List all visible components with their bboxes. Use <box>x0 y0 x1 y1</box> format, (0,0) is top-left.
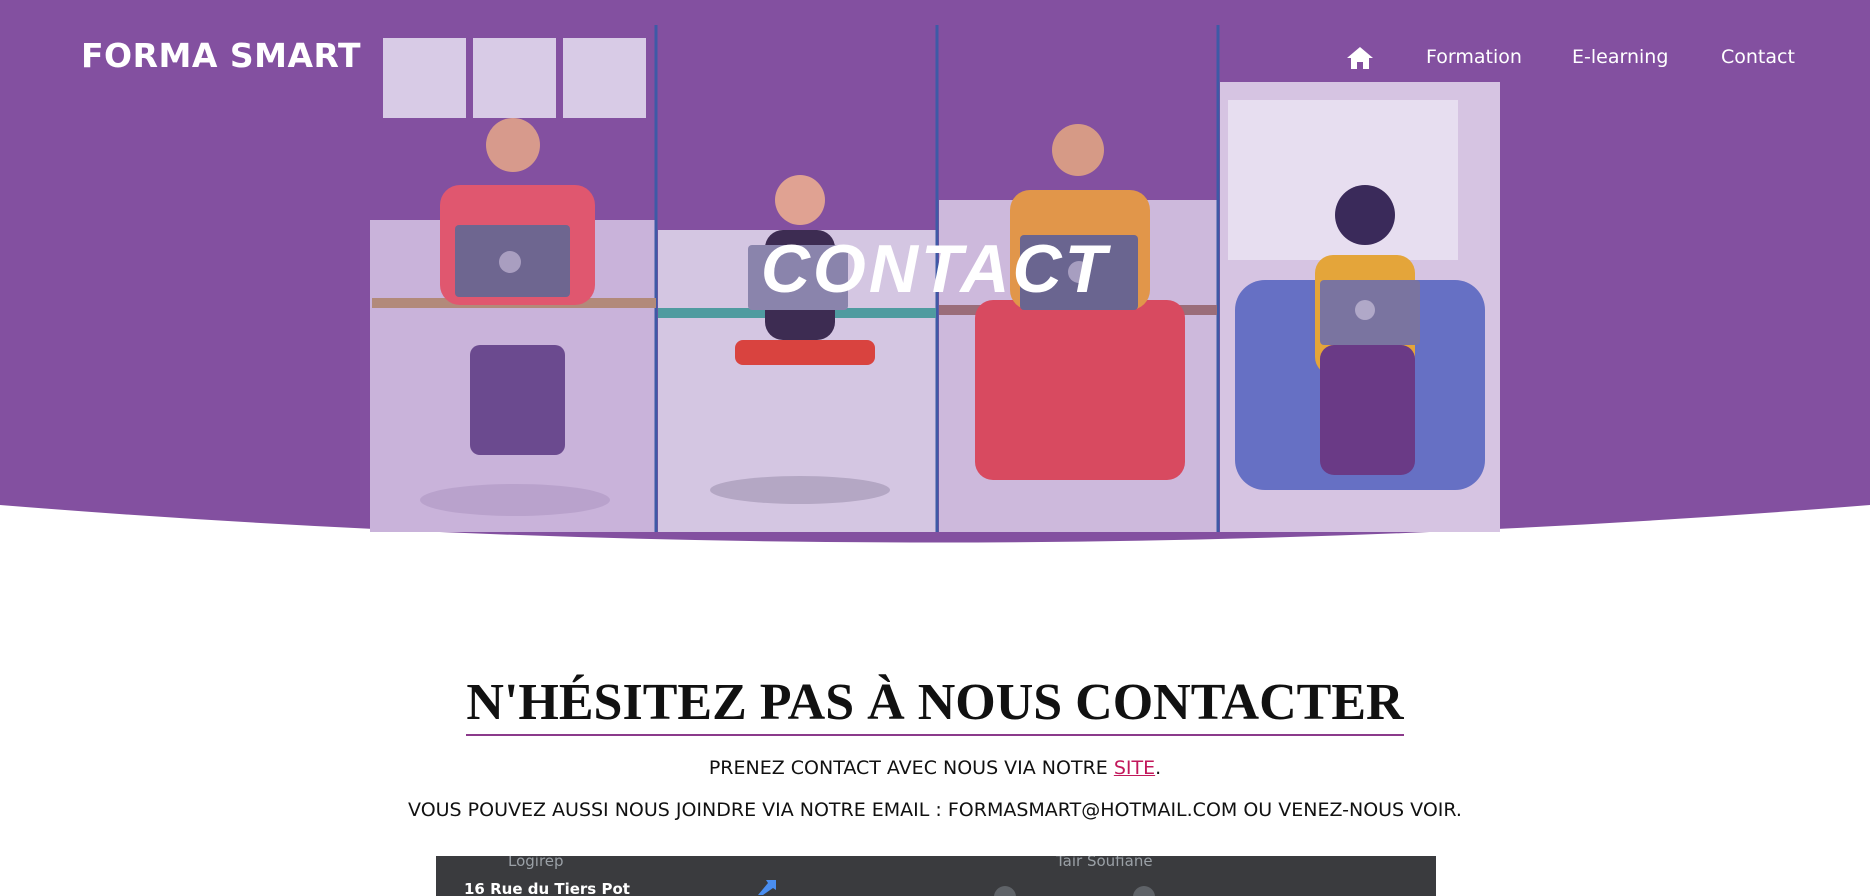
nav-link-contact[interactable]: Contact <box>1721 46 1795 68</box>
contact-intro-suffix: . <box>1155 757 1162 779</box>
page-title-text: N'HÉSITEZ PAS À NOUS CONTACTER <box>466 675 1404 736</box>
map-marker-icon[interactable] <box>994 886 1016 896</box>
directions-icon[interactable] <box>756 878 778 896</box>
home-icon[interactable] <box>1346 45 1374 71</box>
map-label-right: Tair Soufiane <box>1056 856 1153 870</box>
contact-intro: PRENEZ CONTACT AVEC NOUS VIA NOTRE SITE. <box>0 757 1870 779</box>
map-label-left: Logirep <box>508 856 564 870</box>
hero-banner: FORMA SMART Formation E-learning Contact… <box>0 0 1870 560</box>
nav-link-formation[interactable]: Formation <box>1426 46 1522 68</box>
map-address: 16 Rue du Tiers Pot <box>464 880 630 896</box>
map-embed[interactable]: Logirep Tair Soufiane 16 Rue du Tiers Po… <box>436 856 1436 896</box>
contact-email-line: VOUS POUVEZ AUSSI NOUS JOINDRE VIA NOTRE… <box>408 799 1462 821</box>
hero-title: CONTACT <box>760 231 1110 307</box>
page-title: N'HÉSITEZ PAS À NOUS CONTACTER <box>0 675 1870 736</box>
main-nav: Formation E-learning Contact <box>0 44 1870 74</box>
site-link[interactable]: SITE <box>1114 757 1155 779</box>
map-marker-icon[interactable] <box>1133 886 1155 896</box>
contact-intro-prefix: PRENEZ CONTACT AVEC NOUS VIA NOTRE <box>708 757 1114 779</box>
nav-link-elearning[interactable]: E-learning <box>1572 46 1668 68</box>
